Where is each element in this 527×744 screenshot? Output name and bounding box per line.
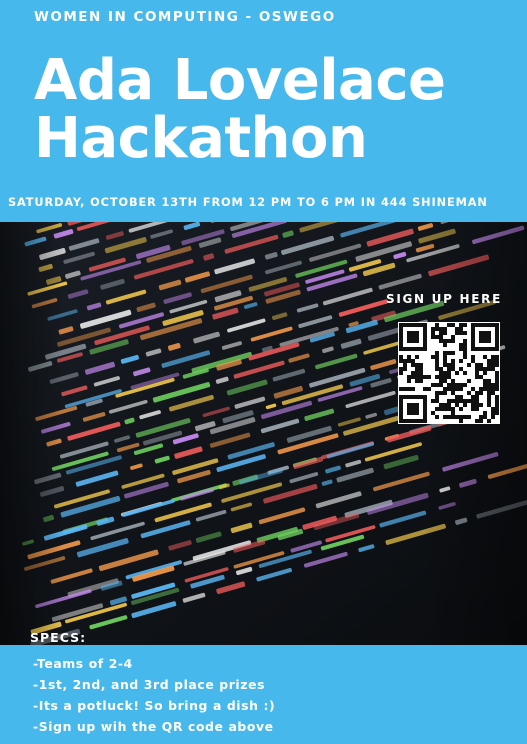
event-title: Ada Lovelace Hackathon: [34, 52, 446, 168]
specs-heading: SPECS:: [30, 630, 87, 645]
event-title-line-2: Hackathon: [34, 106, 368, 171]
specs-list: -Teams of 2-4 -1st, 2nd, and 3rd place p…: [33, 653, 275, 737]
spec-item: -1st, 2nd, and 3rd place prizes: [33, 677, 266, 692]
organization-name: WOMEN IN COMPUTING - OSWEGO: [34, 9, 336, 25]
event-details: SATURDAY, OCTOBER 13TH FROM 12 PM TO 6 P…: [8, 196, 488, 209]
poster: WOMEN IN COMPUTING - OSWEGO Ada Lovelace…: [0, 0, 527, 744]
spec-item: -Teams of 2-4: [33, 656, 133, 671]
signup-label: SIGN UP HERE: [386, 292, 502, 306]
spec-item: -Sign up wih the QR code above: [33, 719, 274, 734]
qr-code-icon[interactable]: [398, 322, 500, 424]
event-title-line-1: Ada Lovelace: [34, 48, 446, 113]
code-photo: [0, 222, 527, 645]
spec-item: -Its a potluck! So bring a dish :): [33, 698, 276, 713]
code-screen-image: [0, 222, 527, 645]
